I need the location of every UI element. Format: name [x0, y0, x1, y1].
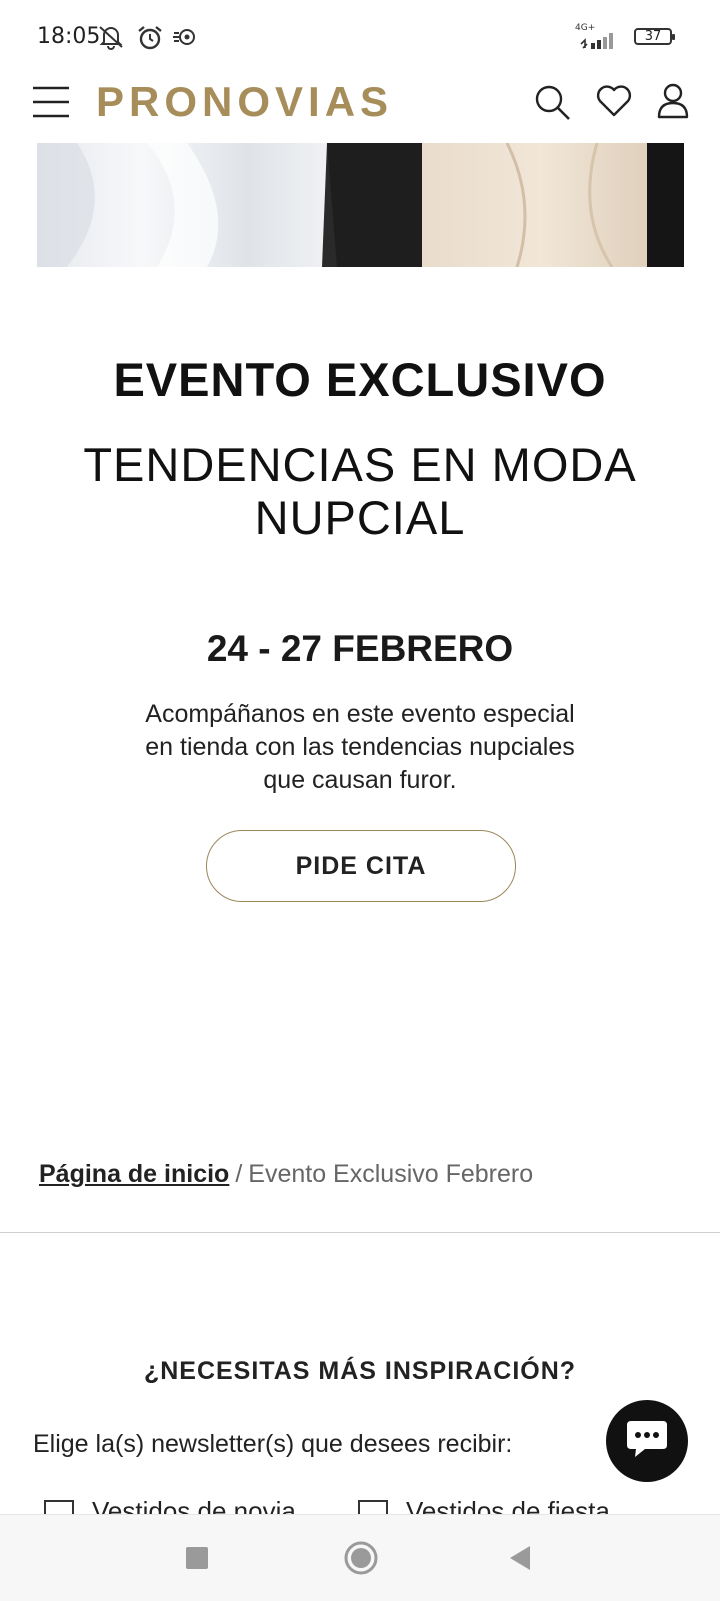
event-description-line: en tienda con las tendencias nupciales: [145, 733, 575, 761]
breadcrumb-current: Evento Exclusivo Febrero: [248, 1160, 534, 1188]
alarm-icon: [136, 24, 164, 57]
notifications-off-icon: [96, 24, 126, 55]
chat-button[interactable]: [606, 1400, 688, 1482]
status-bar: 18:05 4G+ 37: [0, 0, 720, 74]
hero-image: [37, 143, 684, 267]
event-description-line: Acompáñanos en este evento especial: [145, 700, 575, 728]
data-saver-icon: [172, 24, 198, 55]
event-description: Acompáñanos en este evento especial en t…: [0, 698, 720, 797]
battery-indicator: 37: [634, 28, 675, 45]
event-description-line: que causan furor.: [263, 766, 457, 794]
breadcrumb-home-link[interactable]: Página de inicio: [39, 1160, 229, 1188]
home-icon[interactable]: [344, 1541, 378, 1580]
menu-icon[interactable]: [33, 86, 69, 123]
chat-icon: [625, 1419, 669, 1464]
event-subtitle-line: TENDENCIAS EN MODA: [83, 438, 637, 491]
signal-icon: [579, 30, 623, 55]
breadcrumb-separator: /: [235, 1160, 243, 1188]
event-title: EVENTO EXCLUSIVO: [113, 353, 607, 406]
heart-icon[interactable]: [595, 84, 633, 123]
book-appointment-button[interactable]: PIDE CITA: [206, 830, 516, 902]
back-icon[interactable]: [508, 1545, 532, 1576]
event-subtitle-line: NUPCIAL: [254, 491, 466, 544]
brand-logo[interactable]: PRONOVIAS: [96, 78, 393, 126]
user-icon[interactable]: [656, 82, 690, 125]
event-subtitle: TENDENCIAS EN MODA NUPCIAL: [0, 438, 720, 544]
event-date: 24 - 27 FEBRERO: [206, 628, 514, 669]
breadcrumb: Página de inicio / Evento Exclusivo Febrer…: [39, 1160, 533, 1189]
status-time: 18:05: [37, 24, 101, 49]
newsletter-prompt: Elige la(s) newsletter(s) que desees rec…: [33, 1430, 513, 1458]
system-navigation-bar: [0, 1514, 720, 1601]
inspiration-heading: ¿NECESITAS MÁS INSPIRACIÓN?: [143, 1357, 577, 1385]
search-icon[interactable]: [534, 84, 572, 127]
recents-icon[interactable]: [186, 1547, 208, 1574]
divider: [0, 1232, 720, 1233]
